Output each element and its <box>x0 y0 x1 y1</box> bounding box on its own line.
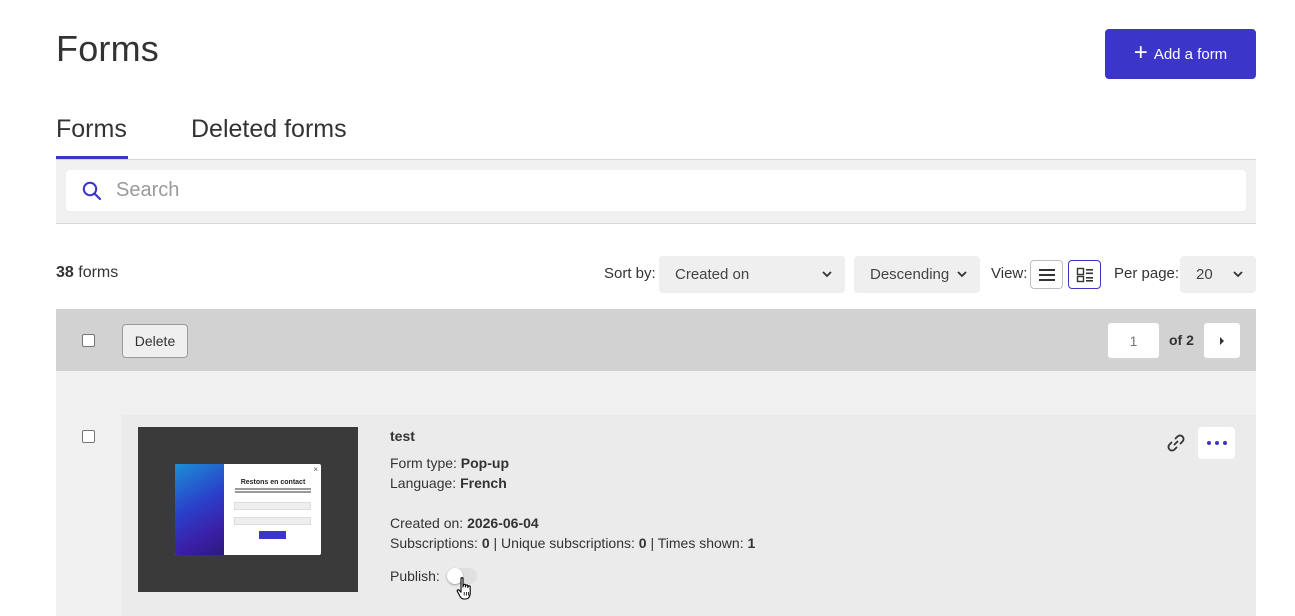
list-view-icon <box>1038 268 1055 281</box>
more-icon <box>1214 441 1219 445</box>
unique-subscriptions-value: 0 <box>638 535 647 551</box>
sort-order-select[interactable]: Descending <box>854 256 980 293</box>
per-page-select[interactable]: 20 <box>1180 256 1256 293</box>
list-spacer <box>56 371 1256 415</box>
more-actions-button[interactable] <box>1198 427 1235 459</box>
form-language: Language: French <box>390 475 507 491</box>
close-icon: × <box>313 465 318 474</box>
form-type-value: Pop-up <box>460 455 510 471</box>
times-shown-value: 1 <box>747 535 756 551</box>
link-icon <box>1167 434 1185 452</box>
publish-label: Publish: <box>390 568 440 584</box>
sort-by-label: Sort by: <box>604 265 656 282</box>
sort-by-select[interactable]: Created on <box>659 256 845 293</box>
form-name[interactable]: test <box>390 428 415 444</box>
grid-view-button[interactable] <box>1068 260 1101 289</box>
copy-link-button[interactable] <box>1162 429 1190 457</box>
search-bar <box>56 160 1256 224</box>
chevron-right-icon <box>1220 336 1224 345</box>
forms-count-label: forms <box>78 264 119 281</box>
form-preview-thumbnail[interactable]: × Restons en contact <box>138 427 358 592</box>
sort-by-value: Created on <box>675 266 750 283</box>
delete-button[interactable]: Delete <box>122 324 188 358</box>
page-title: Forms <box>56 28 159 69</box>
popup-field <box>234 517 311 525</box>
chevron-down-icon <box>822 271 832 278</box>
form-created: Created on: 2026-06-04 <box>390 515 539 531</box>
more-icon <box>1206 441 1211 445</box>
form-type: Form type: Pop-up <box>390 455 509 471</box>
search-box <box>66 170 1246 211</box>
popup-text <box>235 488 311 494</box>
tabs: Forms Deleted forms <box>56 110 1256 160</box>
popup-image <box>175 464 224 555</box>
forms-count: 38 forms <box>56 264 118 282</box>
language-value: French <box>460 475 507 491</box>
more-icon <box>1222 441 1227 445</box>
select-all-checkbox[interactable] <box>82 334 95 347</box>
created-label: Created on: <box>390 515 464 531</box>
form-stats: Subscriptions: 0 | Unique subscriptions:… <box>390 535 755 551</box>
bulk-actions-bar: Delete of 2 <box>56 309 1256 371</box>
add-form-label: Add a form <box>1153 45 1228 63</box>
search-input[interactable] <box>116 179 1216 202</box>
search-icon <box>82 181 102 200</box>
per-page-value: 20 <box>1196 266 1213 283</box>
popup-button <box>259 531 286 539</box>
subscriptions-label: Subscriptions: <box>390 535 478 551</box>
tab-forms[interactable]: Forms <box>56 110 128 159</box>
page-total: of 2 <box>1169 332 1194 348</box>
forms-count-number: 38 <box>56 264 74 281</box>
form-type-label: Form type: <box>390 455 457 471</box>
grid-view-icon <box>1076 267 1093 282</box>
created-value: 2026-06-04 <box>467 515 539 531</box>
language-label: Language: <box>390 475 457 491</box>
per-page-label: Per page: <box>1114 265 1180 282</box>
list-view-button[interactable] <box>1030 260 1063 289</box>
popup-field <box>234 502 311 510</box>
sort-order-value: Descending <box>870 266 950 283</box>
times-shown-label: | Times shown: <box>650 535 744 551</box>
popup-title: Restons en contact <box>240 479 306 486</box>
subscriptions-value: 0 <box>481 535 490 551</box>
tab-deleted-forms[interactable]: Deleted forms <box>191 110 347 159</box>
hand-cursor-icon <box>456 577 471 600</box>
plus-icon: + <box>1133 39 1148 66</box>
unique-subscriptions-label: | Unique subscriptions: <box>493 535 635 551</box>
form-checkbox[interactable] <box>82 430 95 443</box>
view-label: View: <box>991 265 1028 282</box>
page-number-input[interactable] <box>1108 323 1159 358</box>
add-form-button[interactable]: + Add a form <box>1105 29 1256 79</box>
chevron-down-icon <box>957 271 967 278</box>
chevron-down-icon <box>1233 271 1243 278</box>
popup-preview: × Restons en contact <box>175 464 321 555</box>
next-page-button[interactable] <box>1204 323 1240 358</box>
